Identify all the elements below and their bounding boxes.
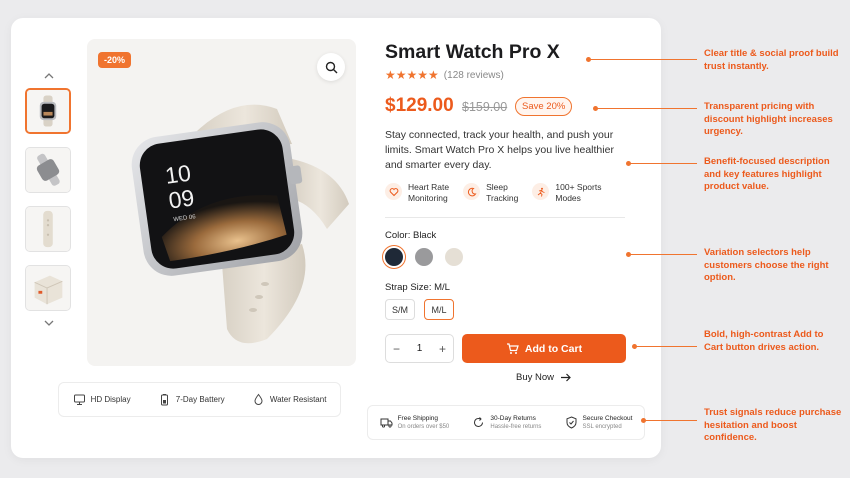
trust-title: Free Shipping	[397, 414, 439, 422]
trust-sub: SSL encrypted	[582, 423, 622, 430]
trust-sub: On orders over $50	[397, 423, 450, 430]
heart-icon	[389, 187, 398, 196]
annotation-trust: Trust signals reduce purchase hesitation…	[704, 407, 842, 443]
strap-label: Strap Size: M/L	[385, 282, 450, 293]
price: $129.00	[385, 95, 454, 116]
trust-returns: 30-Day Returns Hassle-free returns	[472, 414, 541, 432]
quantity-plus-button[interactable]: +	[439, 342, 446, 356]
benefit-heart-rate: Heart Rate Monitoring	[385, 182, 449, 217]
thumb-up-chevron-icon[interactable]	[43, 71, 55, 81]
main-product-image[interactable]: 10 09 WED 06 -20%	[87, 39, 356, 366]
thumbnail-side[interactable]	[25, 147, 71, 193]
benefit-line2: Modes	[555, 193, 581, 203]
quantity-minus-button[interactable]: −	[393, 342, 400, 356]
annotation-line	[589, 59, 697, 60]
trust-signals: Free Shipping On orders over $50 30-Day R…	[367, 405, 645, 440]
feature-label: HD Display	[90, 395, 131, 404]
benefit-sleep: Sleep Tracking	[463, 182, 518, 217]
shield-icon	[566, 416, 577, 429]
annotation-line	[644, 420, 697, 421]
annotation-line	[629, 254, 697, 255]
watch-minute: 09	[167, 184, 196, 213]
benefit-sports: 100+ Sports Modes	[532, 182, 601, 217]
benefit-line1: 100+ Sports	[555, 182, 602, 192]
benefits-row: Heart Rate Monitoring Sleep Tracking 100+ …	[385, 182, 625, 218]
color-swatch-black[interactable]	[385, 248, 403, 266]
review-count[interactable]: (128 reviews)	[444, 70, 504, 81]
color-swatch-cream[interactable]	[445, 248, 463, 266]
feature-label: 7-Day Battery	[175, 395, 225, 404]
add-to-cart-button[interactable]: Add to Cart	[462, 334, 626, 363]
trust-title: 30-Day Returns	[490, 414, 536, 422]
thumb-down-chevron-icon[interactable]	[43, 318, 55, 328]
truck-icon	[380, 418, 393, 428]
image-feature-strip: HD Display 7-Day Battery Water Resistant	[58, 382, 341, 417]
arrow-right-icon	[561, 373, 571, 382]
benefit-line2: Monitoring	[408, 193, 448, 203]
color-selector	[385, 248, 463, 266]
rating[interactable]: ★★★★★ (128 reviews)	[385, 68, 504, 82]
annotation-line	[629, 163, 697, 164]
strap-size-selector: S/M M/L	[385, 299, 454, 320]
thumbnail-strap[interactable]	[25, 206, 71, 252]
discount-badge: -20%	[98, 52, 132, 68]
size-option-sm[interactable]: S/M	[385, 299, 415, 320]
magnifier-icon	[325, 61, 337, 73]
running-icon	[537, 187, 545, 197]
feature-water: Water Resistant	[252, 393, 327, 406]
benefit-line1: Sleep	[486, 182, 508, 192]
feature-hd-display: HD Display	[73, 393, 131, 406]
size-option-ml[interactable]: M/L	[424, 299, 454, 320]
trust-title: Secure Checkout	[582, 414, 633, 422]
annotation-line	[596, 108, 697, 109]
thumbnail-box[interactable]	[25, 265, 71, 311]
benefit-line1: Heart Rate	[408, 182, 450, 192]
feature-battery: 7-Day Battery	[158, 393, 225, 406]
add-to-cart-label: Add to Cart	[524, 342, 583, 355]
moon-icon	[467, 187, 477, 196]
quantity-value[interactable]: 1	[417, 343, 423, 354]
color-label: Color: Black	[385, 230, 437, 241]
quantity-stepper: − 1 +	[385, 334, 454, 363]
buy-now-label: Buy Now	[516, 372, 555, 383]
trust-free-shipping: Free Shipping On orders over $50	[380, 414, 450, 432]
annotation-variations: Variation selectors help customers choos…	[704, 247, 829, 283]
color-swatch-gray[interactable]	[415, 248, 433, 266]
smart-watch-image: 10 09 WED 06	[131, 104, 349, 344]
water-drop-icon	[254, 393, 263, 405]
annotation-title-social-proof: Clear title & social proof build trust i…	[704, 48, 839, 72]
battery-icon	[160, 394, 168, 406]
annotation-pricing: Transparent pricing with discount highli…	[704, 101, 833, 137]
display-icon	[73, 394, 85, 405]
feature-label: Water Resistant	[269, 395, 327, 404]
cart-icon	[506, 343, 519, 354]
annotation-line	[635, 346, 697, 347]
star-rating-icon: ★★★★★	[385, 68, 439, 82]
product-description: Stay connected, track your health, and p…	[385, 129, 614, 171]
trust-secure-checkout: Secure Checkout SSL encrypted	[565, 414, 633, 432]
thumbnail-front[interactable]	[25, 88, 71, 134]
buy-now-link[interactable]: Buy Now	[516, 372, 571, 383]
return-icon	[474, 417, 484, 427]
save-badge: Save 20%	[515, 97, 573, 116]
zoom-button[interactable]	[317, 53, 345, 81]
old-price: $159.00	[462, 100, 508, 114]
annotation-add-to-cart: Bold, high-contrast Add to Cart button d…	[704, 329, 824, 353]
product-title: Smart Watch Pro X	[385, 41, 560, 63]
benefit-line2: Tracking	[486, 193, 519, 203]
trust-sub: Hassle-free returns	[490, 423, 542, 430]
annotation-description: Benefit-focused description and key feat…	[704, 156, 830, 192]
